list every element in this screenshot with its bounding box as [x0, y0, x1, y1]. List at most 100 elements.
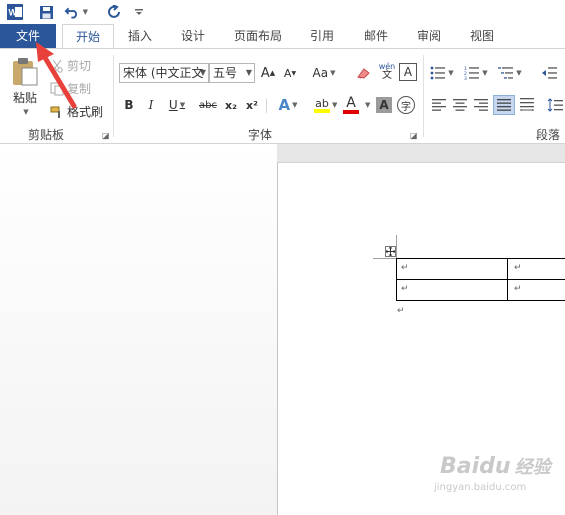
ribbon-home: 粘贴 ▼ 剪切 复制 格式刷 剪贴板 ◪ 宋体 (中文正文 ▼ 五号 ▼ A ▲ …: [0, 48, 565, 144]
redo-icon[interactable]: [106, 2, 124, 22]
cell-paragraph-mark: ↵: [401, 284, 409, 294]
bullets-icon: [430, 66, 446, 80]
font-size-value: 五号: [213, 66, 238, 80]
superscript-label: x²: [246, 98, 258, 112]
watermark-brand: Baidu: [440, 454, 511, 479]
font-color-button[interactable]: A: [340, 95, 362, 115]
grow-font-label: A: [260, 65, 270, 81]
character-shading-label: A: [379, 98, 389, 112]
watermark-brand-cn: 经验: [514, 457, 551, 478]
character-shading-button[interactable]: A: [376, 97, 392, 113]
annotation-arrow-icon: [36, 42, 77, 109]
cell-paragraph-mark: ↵: [514, 284, 522, 294]
font-color-dropdown-icon[interactable]: ▼: [365, 101, 370, 109]
paste-dropdown-icon[interactable]: ▼: [23, 108, 28, 116]
clipboard-launcher-icon[interactable]: ◪: [102, 131, 110, 140]
character-border-button[interactable]: A: [399, 63, 417, 81]
pinyin-bottom: 文: [382, 70, 392, 81]
tab-view[interactable]: 视图: [460, 24, 504, 48]
character-border-label: A: [403, 65, 413, 79]
superscript-button[interactable]: x²: [243, 95, 261, 115]
font-color-label: A: [346, 94, 356, 111]
margin-crop-mark: [396, 235, 397, 259]
grow-font-button[interactable]: A ▲: [260, 63, 276, 83]
multilevel-list-button[interactable]: ▼: [496, 63, 524, 83]
subscript-label: x₂: [225, 98, 237, 112]
strikethrough-button[interactable]: abc: [197, 95, 219, 115]
table-move-handle-icon[interactable]: [385, 246, 396, 257]
cell-paragraph-mark: ↵: [514, 263, 522, 273]
bold-label: B: [124, 98, 134, 112]
clipboard-group-label: 剪贴板: [28, 128, 65, 142]
highlight-label: ab: [315, 96, 329, 110]
undo-icon[interactable]: ▼: [64, 2, 88, 22]
decrease-indent-icon[interactable]: [538, 63, 560, 83]
paragraph-group-label: 段落: [536, 128, 561, 142]
highlight-dropdown-icon[interactable]: ▼: [332, 101, 337, 109]
tab-references[interactable]: 引用: [300, 24, 344, 48]
align-center-icon[interactable]: [451, 95, 469, 115]
underline-button[interactable]: U ▼: [165, 95, 189, 115]
font-name-value: 宋体 (中文正文: [123, 66, 204, 80]
justify-icon[interactable]: [493, 95, 515, 115]
svg-text:W: W: [9, 8, 18, 18]
multilevel-list-icon: [498, 67, 514, 79]
highlight-swatch: [314, 108, 330, 113]
table-cell[interactable]: ↵: [507, 279, 565, 301]
tab-review[interactable]: 审阅: [407, 24, 451, 48]
customize-toolbar-icon[interactable]: [133, 2, 145, 22]
align-left-icon[interactable]: [430, 95, 448, 115]
font-name-chevron-icon: ▼: [199, 68, 206, 77]
strikethrough-label: abc: [199, 99, 217, 111]
tab-page-layout[interactable]: 页面布局: [226, 24, 290, 48]
font-group-label: 字体: [248, 128, 273, 142]
tab-design[interactable]: 设计: [170, 24, 216, 48]
paragraph-mark: ↵: [397, 306, 405, 316]
tab-mailings[interactable]: 邮件: [354, 24, 398, 48]
text-effects-label: A: [278, 96, 291, 114]
enclose-characters-button[interactable]: 字: [397, 96, 415, 114]
font-launcher-icon[interactable]: ◪: [410, 131, 418, 140]
margin-crop-mark: [373, 258, 397, 259]
undo-dropdown-icon[interactable]: ▼: [83, 8, 88, 16]
enclose-characters-label: 字: [401, 101, 411, 113]
bullets-button[interactable]: ▼: [428, 63, 456, 83]
svg-text:3: 3: [464, 76, 467, 80]
bold-button[interactable]: B: [121, 95, 137, 115]
italic-button[interactable]: I: [143, 95, 159, 115]
text-effects-button[interactable]: A ▼: [274, 95, 302, 115]
numbering-icon: 123: [464, 66, 480, 80]
numbering-button[interactable]: 1 2 3 ▼: [462, 63, 490, 83]
table-cell[interactable]: ↵: [507, 258, 565, 280]
subscript-button[interactable]: x₂: [222, 95, 240, 115]
watermark-url: jingyan.baidu.com: [434, 482, 527, 493]
tab-insert[interactable]: 插入: [118, 24, 162, 48]
shrink-font-label: A: [283, 66, 292, 80]
group-divider: [266, 99, 267, 113]
font-size-dropdown[interactable]: 五号 ▼: [209, 63, 255, 83]
group-divider: [113, 55, 114, 137]
distributed-align-icon[interactable]: [518, 95, 536, 115]
quick-access-toolbar: W ▼: [0, 0, 565, 24]
change-case-label: Aa: [312, 66, 329, 80]
group-divider: [423, 55, 424, 137]
phonetic-guide-button[interactable]: wén 文: [378, 61, 396, 81]
font-name-dropdown[interactable]: 宋体 (中文正文 ▼: [119, 63, 209, 83]
watermark-logo: Baidu 经验: [440, 453, 551, 479]
font-size-chevron-icon: ▼: [245, 68, 252, 77]
table-cell[interactable]: ↵: [396, 279, 508, 301]
word-app-icon[interactable]: W: [5, 2, 25, 22]
save-icon[interactable]: [36, 2, 56, 22]
ribbon-tab-bar: 文件 开始 插入 设计 页面布局 引用 邮件 审阅 视图: [0, 24, 565, 50]
change-case-button[interactable]: Aa ▼: [310, 63, 338, 83]
cell-paragraph-mark: ↵: [401, 263, 409, 273]
font-color-swatch: [343, 109, 359, 114]
align-right-icon[interactable]: [472, 95, 490, 115]
clear-formatting-icon[interactable]: [354, 63, 372, 83]
workspace-left-margin: [0, 144, 277, 515]
table-cell[interactable]: ↵: [396, 258, 508, 280]
line-spacing-icon[interactable]: [546, 95, 564, 115]
underline-label: U: [168, 98, 178, 112]
italic-label: I: [148, 98, 154, 112]
shrink-font-button[interactable]: A ▼: [282, 63, 298, 83]
